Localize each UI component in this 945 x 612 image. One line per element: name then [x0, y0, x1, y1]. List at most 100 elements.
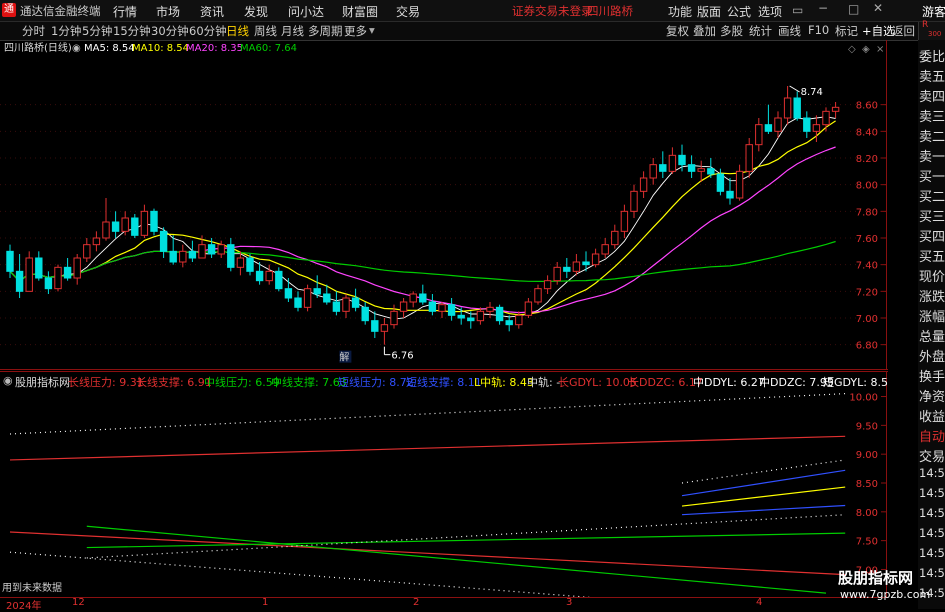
right-box-r: R [922, 20, 929, 30]
menu-hangqing[interactable]: 行情 [113, 3, 137, 20]
settings-icon[interactable]: ◈ [862, 44, 870, 55]
candle-body [534, 288, 542, 303]
tongji-button[interactable]: 统计 [749, 23, 772, 39]
huaxian-button[interactable]: 画线 [778, 23, 801, 39]
main-y-axis: 6.80 7.00 7.20 7.40 7.60 7.80 8.00 8.20 8.40 8.60 [856, 101, 886, 352]
panel-close-icon[interactable]: × [876, 44, 884, 55]
candle-body [515, 314, 523, 326]
watermark-title: 股朋指标网 [838, 569, 914, 587]
diejia-button[interactable]: 叠加 [693, 23, 716, 39]
candle-body [467, 317, 475, 322]
candle-body [294, 297, 302, 308]
sub-legend-item: 长DDZC: 6.17 [628, 376, 703, 389]
candle-body [697, 168, 705, 172]
y-tick-label: 8.60 [856, 101, 878, 112]
main-kline-chart[interactable]: 6.80 7.00 7.20 7.40 7.60 7.80 8.00 8.20 8.40 8.60… [0, 40, 888, 370]
candle-body [476, 310, 485, 322]
window-close-icon[interactable]: ✕ [873, 1, 883, 15]
biaoji-button[interactable]: 标记 [835, 23, 858, 39]
sub-legend-item: L中轨: 8.43 [474, 376, 534, 389]
diamond-icon[interactable]: ◇ [848, 44, 856, 55]
period-5min[interactable]: 5分钟 [82, 23, 112, 39]
more-chevron-down-icon[interactable]: ▾ [369, 23, 375, 37]
sub-series-line [681, 469, 846, 497]
menu-zixun[interactable]: 资讯 [200, 3, 224, 20]
add-watchlist-button[interactable]: +自选 [862, 23, 895, 39]
period-multi[interactable]: 多周期 [308, 23, 343, 39]
menu-jiaoyi[interactable]: 交易 [396, 3, 420, 20]
period-60min[interactable]: 60分钟 [189, 23, 227, 39]
menu-shichang[interactable]: 市场 [156, 3, 180, 20]
sub-series-line [681, 459, 846, 484]
candle-body [361, 306, 369, 322]
sub-legend-item: 长线支撑: 6.91 [136, 376, 212, 389]
candle-body [505, 320, 513, 326]
candle-body [159, 230, 168, 252]
sub-series-line [681, 486, 846, 507]
menu-faxian[interactable]: 发现 [244, 3, 268, 20]
jie-badge: 解 [339, 351, 349, 364]
menu-banmian[interactable]: 版面 [697, 3, 721, 20]
candle-body [198, 244, 206, 259]
f10-button[interactable]: F10 [808, 23, 829, 37]
side-time: 14:56 [919, 486, 945, 500]
guest-label[interactable]: 游客 [922, 3, 945, 20]
trade-login-notice[interactable]: 证券交易未登录 [512, 3, 593, 19]
sub-legend-toggle-icon[interactable]: ◉ [3, 374, 13, 387]
menu-xuanxiang[interactable]: 选项 [758, 3, 782, 20]
candle-body [553, 266, 561, 282]
side-sell5: 卖五 [919, 70, 945, 85]
period-more[interactable]: 更多 [344, 23, 367, 39]
sub-y-axis: 7.007.508.008.509.009.5010.00 [849, 393, 886, 576]
side-price: 现价 [919, 270, 945, 285]
candle-body [323, 293, 331, 303]
candle-body [390, 310, 398, 326]
side-turnover: 换手 [919, 370, 945, 385]
period-1min[interactable]: 1分钟 [51, 23, 81, 39]
candle-body [371, 320, 379, 332]
sub-lines [9, 393, 846, 597]
period-30min[interactable]: 30分钟 [151, 23, 189, 39]
candle-body [486, 306, 494, 312]
candle-body [255, 270, 264, 282]
window-minimize-button-icon[interactable]: − [818, 1, 828, 15]
sub-series-line [9, 551, 593, 597]
menu-gongshi[interactable]: 公式 [727, 3, 751, 20]
candle-body [495, 306, 504, 322]
window-minimize-icon[interactable]: ▭ [792, 3, 803, 17]
menu-wenxiaoda[interactable]: 问小达 [288, 3, 324, 20]
candle-body [582, 261, 590, 266]
candle-body [591, 253, 600, 266]
period-daily[interactable]: 日线 [226, 23, 249, 39]
back-button[interactable]: 返回 [892, 23, 915, 39]
sub-legend-item: 中轨: - [527, 376, 561, 389]
sub-legend-item: 长GDYL: 10.05 [558, 376, 637, 389]
duogu-button[interactable]: 多股 [720, 23, 743, 39]
period-fenshi[interactable]: 分时 [22, 23, 45, 39]
menu-caifuquan[interactable]: 财富圈 [342, 3, 378, 20]
candle-body [543, 280, 552, 290]
side-trade[interactable]: 交易 [919, 446, 945, 465]
sub-legend-item: 中线压力: 6.59 [204, 376, 280, 389]
side-volume: 总量 [919, 330, 945, 345]
low-label: 6.76 [391, 351, 413, 362]
side-auto[interactable]: 自动 [919, 426, 945, 445]
period-monthly[interactable]: 月线 [281, 23, 304, 39]
menu-gongneng[interactable]: 功能 [668, 3, 692, 20]
candle-body [735, 170, 744, 199]
legend-toggle-icon[interactable]: ◉ [72, 43, 81, 54]
high-marker-line [789, 85, 800, 93]
period-15min[interactable]: 15分钟 [113, 23, 151, 39]
y-tick-label: 6.80 [856, 341, 878, 352]
fuquan-button[interactable]: 复权 [666, 23, 689, 39]
period-weekly[interactable]: 周线 [254, 23, 277, 39]
candle-body [342, 297, 350, 312]
sub-indicator-chart[interactable]: 7.007.508.008.509.009.5010.00 用到未来数据 [0, 371, 888, 597]
window-maximize-icon[interactable]: □ [848, 2, 859, 16]
candle-body [303, 288, 312, 308]
candle-body [92, 237, 101, 246]
side-time: 14:56 [919, 506, 945, 520]
candle-body [265, 270, 273, 282]
date-label: 12 [72, 597, 85, 608]
sub-y-tick-label: 10.00 [849, 393, 878, 404]
